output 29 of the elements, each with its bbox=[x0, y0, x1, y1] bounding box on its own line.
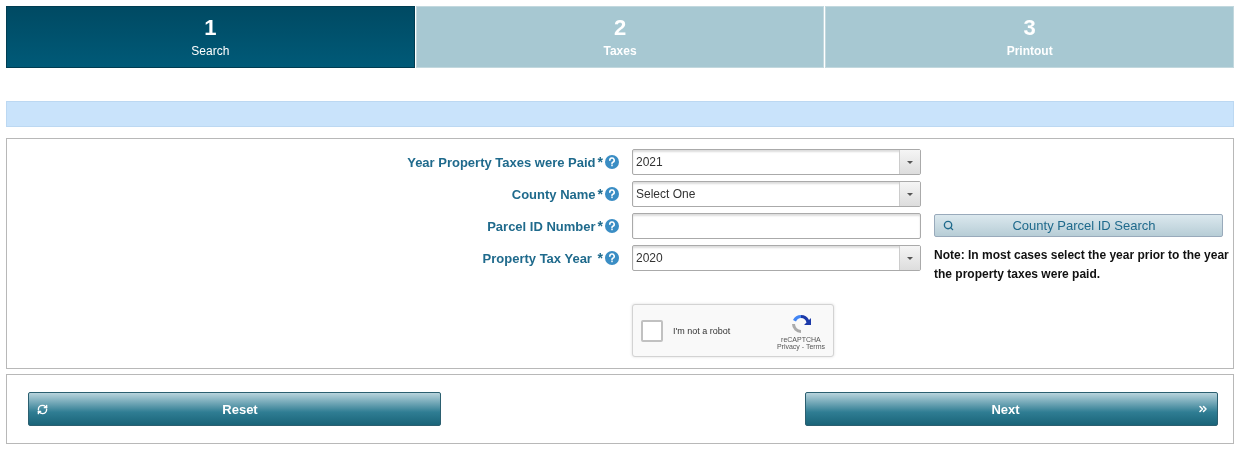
required-mark: * bbox=[597, 218, 603, 234]
select-field[interactable]: Select One bbox=[632, 181, 921, 207]
reset-button[interactable]: Reset bbox=[28, 392, 441, 426]
field-label: County Name bbox=[511, 186, 596, 202]
select-field[interactable]: 2021 bbox=[632, 149, 921, 175]
next-button[interactable]: Next bbox=[805, 392, 1218, 426]
search-icon bbox=[943, 220, 954, 231]
county-search-button[interactable]: County Parcel ID Search bbox=[934, 214, 1223, 237]
field-label: Parcel ID Number bbox=[487, 218, 596, 234]
refresh-icon bbox=[37, 403, 48, 415]
required-mark: * bbox=[597, 186, 603, 202]
double-chevron-icon bbox=[1197, 403, 1209, 415]
captcha-label: I'm not a robot bbox=[673, 325, 732, 336]
note-text: Note: In most cases select the year prior to the year the property taxes were paid. bbox=[934, 247, 1230, 283]
field-label: Year Property Taxes were Paid bbox=[407, 154, 596, 170]
dropdown-caret-icon[interactable] bbox=[899, 182, 920, 206]
dropdown-caret-icon[interactable] bbox=[899, 150, 920, 174]
captcha-checkbox[interactable] bbox=[641, 319, 663, 342]
help-icon[interactable] bbox=[605, 187, 619, 201]
step-tab[interactable]: 1 Search bbox=[6, 6, 415, 68]
help-icon[interactable] bbox=[605, 155, 619, 169]
field-label: Property Tax Year bbox=[482, 250, 593, 266]
required-mark: * bbox=[597, 154, 603, 170]
dropdown-caret-icon[interactable] bbox=[899, 246, 920, 270]
help-icon[interactable] bbox=[605, 219, 619, 233]
required-mark: * bbox=[597, 250, 603, 266]
help-icon[interactable] bbox=[605, 251, 619, 265]
input-field[interactable] bbox=[632, 213, 921, 239]
select-field[interactable]: 2020 bbox=[632, 245, 921, 271]
